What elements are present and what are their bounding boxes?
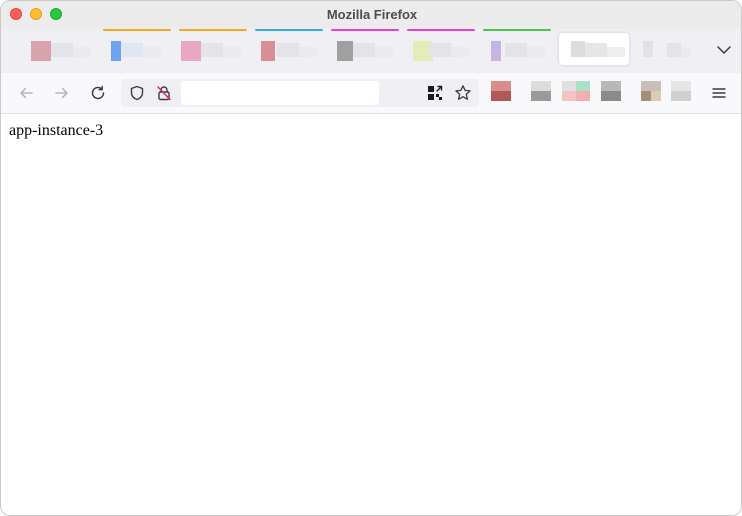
url-input[interactable] xyxy=(181,81,379,105)
list-all-tabs-button[interactable] xyxy=(715,41,733,59)
tab-selected[interactable] xyxy=(559,33,629,65)
tab-title-blurred xyxy=(277,43,299,57)
tab-favicon xyxy=(337,41,353,61)
back-button[interactable] xyxy=(14,81,38,105)
tab-favicon xyxy=(111,41,121,61)
tab-container-indicator xyxy=(103,29,171,31)
tab-title-blurred xyxy=(681,47,691,57)
tab-title-blurred xyxy=(143,47,161,57)
toolbar-extension-icon[interactable] xyxy=(531,81,553,103)
tab[interactable] xyxy=(103,29,171,69)
tab[interactable] xyxy=(179,29,247,69)
tab[interactable] xyxy=(255,29,323,69)
tab-title-blurred xyxy=(223,47,241,57)
tab-container-indicator xyxy=(407,29,475,31)
chevron-down-icon xyxy=(717,46,731,54)
title-bar: Mozilla Firefox xyxy=(1,1,741,29)
tab-title-blurred xyxy=(527,47,545,57)
tab-title-blurred xyxy=(667,43,681,57)
tab[interactable] xyxy=(483,29,551,69)
navigation-toolbar xyxy=(1,73,741,114)
app-menu-button[interactable] xyxy=(707,81,731,105)
tab-favicon xyxy=(571,41,585,57)
tab-title-blurred xyxy=(607,47,625,57)
tab-title-blurred xyxy=(201,43,223,57)
tab-title-blurred xyxy=(375,47,393,57)
tab-strip xyxy=(1,29,741,73)
toolbar-extension-icon[interactable] xyxy=(671,81,693,103)
tab-title-blurred xyxy=(299,47,317,57)
tab[interactable] xyxy=(637,29,697,69)
hamburger-menu-icon xyxy=(712,88,726,98)
tab[interactable] xyxy=(331,29,399,69)
tab-container-indicator xyxy=(483,29,551,31)
tab-favicon xyxy=(181,41,201,61)
tab[interactable] xyxy=(3,29,95,69)
tab-title-blurred xyxy=(451,47,469,57)
star-icon xyxy=(455,85,471,100)
tab-title-blurred xyxy=(429,43,451,57)
bookmark-star-button[interactable] xyxy=(453,83,473,103)
tab-title-blurred xyxy=(585,43,607,57)
toolbar-extension-icon[interactable] xyxy=(562,81,590,103)
reload-icon xyxy=(91,85,105,100)
tab-container-indicator xyxy=(331,29,399,31)
tab-favicon xyxy=(491,41,501,61)
tab-container-indicator xyxy=(255,29,323,31)
site-security-button[interactable] xyxy=(154,83,174,103)
forward-button[interactable] xyxy=(50,81,74,105)
tab-title-blurred xyxy=(505,43,527,57)
tab-container-indicator xyxy=(179,29,247,31)
page-body-text: app-instance-3 xyxy=(9,122,104,139)
browser-window: Mozilla Firefox app-instance-3 xyxy=(0,0,742,516)
toolbar-extension-icon[interactable] xyxy=(491,81,513,103)
tab-title-blurred xyxy=(121,43,143,57)
arrow-left-icon xyxy=(20,87,33,99)
reload-button[interactable] xyxy=(86,81,110,105)
window-title: Mozilla Firefox xyxy=(326,7,418,22)
toolbar-extension-icon[interactable] xyxy=(601,81,623,103)
tab[interactable] xyxy=(407,29,475,69)
tab-favicon xyxy=(31,41,51,61)
toolbar-extension-icon[interactable] xyxy=(641,81,663,103)
page-content: app-instance-3 xyxy=(1,114,741,515)
shield-icon xyxy=(130,85,144,101)
tab-title-blurred xyxy=(353,43,375,57)
tab-title-blurred xyxy=(51,43,73,57)
tab-favicon xyxy=(261,41,275,61)
url-bar xyxy=(121,79,479,107)
tracking-protection-button[interactable] xyxy=(127,83,147,103)
qr-code-button[interactable] xyxy=(425,83,445,103)
arrow-right-icon xyxy=(55,87,68,99)
insecure-lock-icon xyxy=(157,86,171,101)
qr-code-icon xyxy=(428,85,443,100)
tab-title-blurred xyxy=(73,47,91,57)
tab-favicon xyxy=(643,41,653,57)
